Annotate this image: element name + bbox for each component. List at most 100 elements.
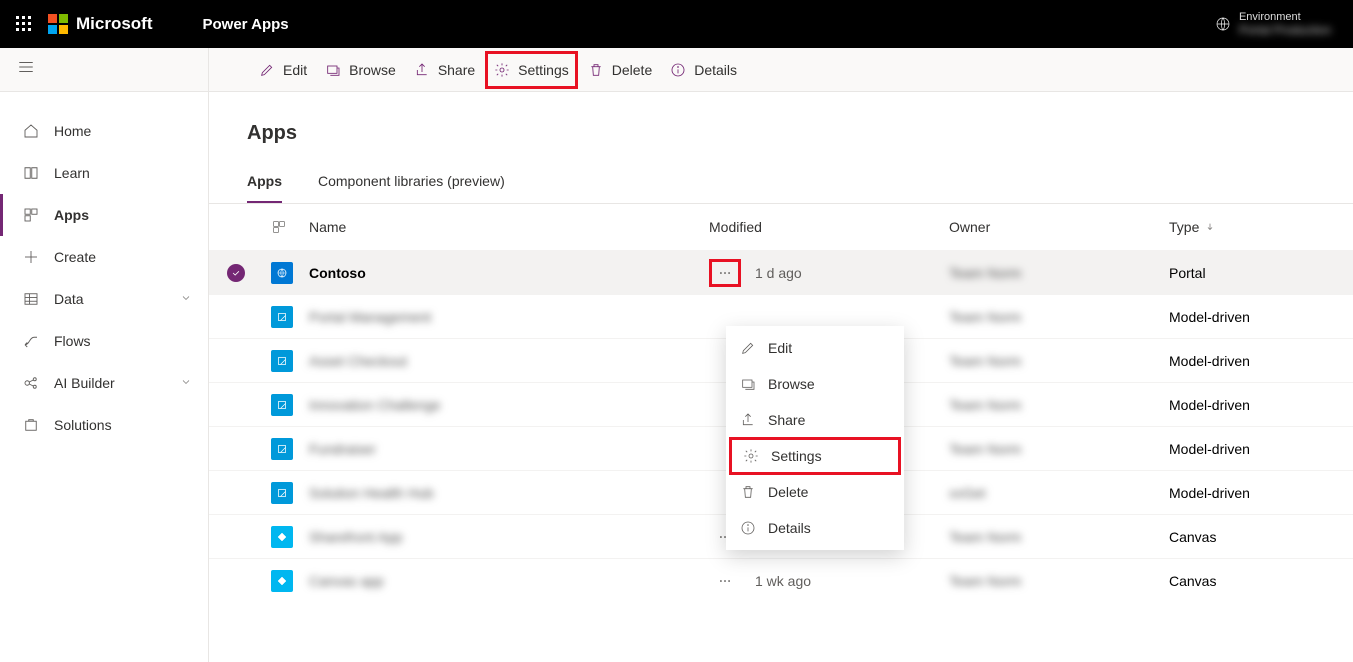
nav-toggle-icon[interactable] — [17, 58, 35, 81]
ctx-browse[interactable]: Browse — [726, 366, 904, 402]
nav-apps-label: Apps — [54, 207, 89, 223]
browse-icon — [740, 376, 756, 392]
nav-create-label: Create — [54, 249, 96, 265]
column-owner[interactable]: Owner — [949, 219, 1169, 235]
details-button[interactable]: Details — [662, 53, 745, 87]
home-icon — [22, 122, 40, 140]
nav-flows-label: Flows — [54, 333, 91, 349]
app-name: Contoso — [309, 265, 366, 281]
plus-icon — [22, 248, 40, 266]
app-launcher-icon[interactable] — [0, 0, 48, 48]
app-name: Fundraiser — [309, 441, 376, 457]
tab-apps[interactable]: Apps — [247, 173, 282, 203]
type-value: Model-driven — [1169, 441, 1250, 457]
nav-learn[interactable]: Learn — [0, 152, 208, 194]
app-type-icon — [271, 438, 293, 460]
owner-value: Team Norm — [949, 265, 1021, 281]
app-name: Sharefront App — [309, 529, 402, 545]
app-type-icon — [271, 482, 293, 504]
flow-icon — [22, 332, 40, 350]
edit-button[interactable]: Edit — [251, 53, 315, 87]
modified-value: 1 d ago — [755, 265, 802, 281]
page-title: Apps — [209, 122, 1353, 145]
nav-create[interactable]: Create — [0, 236, 208, 278]
app-type-icon — [271, 350, 293, 372]
trash-icon — [740, 484, 756, 500]
share-button[interactable]: Share — [406, 53, 483, 87]
column-type[interactable]: Type — [1169, 219, 1353, 235]
ctx-delete[interactable]: Delete — [726, 474, 904, 510]
table-header: Name Modified Owner Type — [209, 204, 1353, 250]
trash-icon — [588, 62, 604, 78]
modified-value: 1 wk ago — [755, 573, 811, 589]
app-type-icon — [271, 526, 293, 548]
table-row[interactable]: Canvas app1 wk agoTeam NormCanvas — [209, 558, 1353, 602]
owner-value: Team Norm — [949, 441, 1021, 457]
app-type-icon — [271, 262, 293, 284]
browse-label: Browse — [349, 62, 396, 78]
nav-solutions-label: Solutions — [54, 417, 112, 433]
environment-value: Portal Production — [1239, 23, 1331, 37]
nav-flows[interactable]: Flows — [0, 320, 208, 362]
more-actions-button[interactable] — [709, 259, 741, 287]
chevron-down-icon — [180, 291, 192, 307]
more-actions-button[interactable] — [709, 567, 741, 595]
book-icon — [22, 164, 40, 182]
selected-check-icon[interactable] — [227, 264, 245, 282]
app-name: Asset Checkout — [309, 353, 407, 369]
grid-icon[interactable] — [271, 219, 287, 235]
table-row[interactable]: Contoso1 d agoTeam NormPortal — [209, 250, 1353, 294]
type-value: Canvas — [1169, 529, 1216, 545]
share-label: Share — [438, 62, 475, 78]
nav-solutions[interactable]: Solutions — [0, 404, 208, 446]
nav-learn-label: Learn — [54, 165, 90, 181]
nav-ai[interactable]: AI Builder — [0, 362, 208, 404]
app-name: Solution Health Hub — [309, 485, 434, 501]
app-name: Portal Management — [309, 309, 431, 325]
settings-button[interactable]: Settings — [485, 51, 578, 89]
type-value: Model-driven — [1169, 397, 1250, 413]
browse-button[interactable]: Browse — [317, 53, 404, 87]
product-name[interactable]: Power Apps — [203, 16, 289, 33]
nav-apps[interactable]: Apps — [0, 194, 208, 236]
gear-icon — [494, 62, 510, 78]
owner-value: Team Norm — [949, 353, 1021, 369]
ctx-details[interactable]: Details — [726, 510, 904, 546]
app-type-icon — [271, 306, 293, 328]
app-type-icon — [271, 394, 293, 416]
globe-icon — [1215, 16, 1231, 32]
owner-value: Team Norm — [949, 397, 1021, 413]
type-value: Model-driven — [1169, 353, 1250, 369]
ctx-share[interactable]: Share — [726, 402, 904, 438]
column-name[interactable]: Name — [309, 219, 709, 235]
command-bar: Edit Browse Share Settings Delete Detail… — [0, 48, 1353, 92]
owner-value: Team Norm — [949, 309, 1021, 325]
nav-data-label: Data — [54, 291, 84, 307]
tab-component-libraries[interactable]: Component libraries (preview) — [318, 173, 505, 203]
ctx-settings[interactable]: Settings — [729, 437, 901, 475]
left-nav: Home Learn Apps Create Data Flows AI Bui… — [0, 92, 209, 662]
type-value: Model-driven — [1169, 309, 1250, 325]
type-value: Canvas — [1169, 573, 1216, 589]
global-header: Microsoft Power Apps Environment Portal … — [0, 0, 1353, 48]
owner-value: xxGet — [949, 485, 986, 501]
solutions-icon — [22, 416, 40, 434]
ctx-edit[interactable]: Edit — [726, 330, 904, 366]
delete-label: Delete — [612, 62, 652, 78]
owner-value: Team Norm — [949, 573, 1021, 589]
delete-button[interactable]: Delete — [580, 53, 660, 87]
context-menu: Edit Browse Share Settings Delete Detail… — [726, 326, 904, 550]
nav-ai-label: AI Builder — [54, 375, 115, 391]
environment-picker[interactable]: Environment Portal Production — [1215, 11, 1353, 37]
type-value: Model-driven — [1169, 485, 1250, 501]
nav-data[interactable]: Data — [0, 278, 208, 320]
nav-home-label: Home — [54, 123, 91, 139]
column-modified[interactable]: Modified — [709, 219, 949, 235]
chevron-down-icon — [180, 375, 192, 391]
brand-text: Microsoft — [76, 14, 153, 34]
settings-label: Settings — [518, 62, 569, 78]
sort-down-icon — [1205, 219, 1215, 235]
edit-label: Edit — [283, 62, 307, 78]
nav-home[interactable]: Home — [0, 110, 208, 152]
share-icon — [414, 62, 430, 78]
